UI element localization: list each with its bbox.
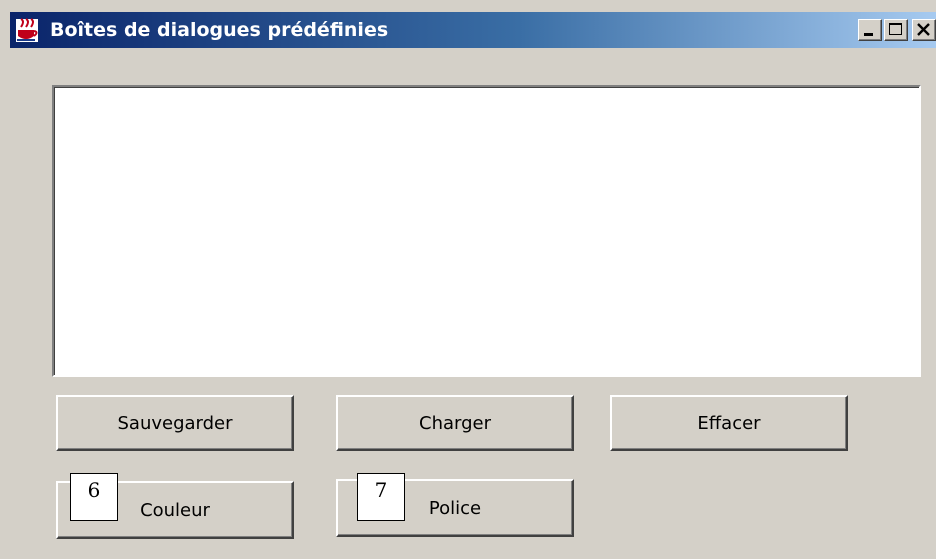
close-button[interactable] (912, 19, 936, 41)
clear-button[interactable]: Effacer (610, 395, 848, 451)
window-controls (856, 19, 936, 43)
save-button[interactable]: Sauvegarder (56, 395, 294, 451)
close-icon (917, 23, 930, 36)
window-title: Boîtes de dialogues prédéfinies (50, 19, 389, 41)
minimize-icon (864, 33, 873, 36)
maximize-icon (889, 23, 902, 35)
callout-number-6: 6 (70, 473, 118, 521)
minimize-button[interactable] (858, 19, 882, 41)
text-area[interactable] (52, 85, 921, 377)
java-cup-icon[interactable] (14, 18, 42, 44)
title-bar[interactable]: Boîtes de dialogues prédéfinies (10, 12, 936, 48)
maximize-button[interactable] (884, 19, 908, 41)
load-button[interactable]: Charger (336, 395, 574, 451)
dialog-window: Boîtes de dialogues prédéfinies Sauvegar (0, 0, 936, 559)
callout-number-7: 7 (357, 473, 405, 521)
